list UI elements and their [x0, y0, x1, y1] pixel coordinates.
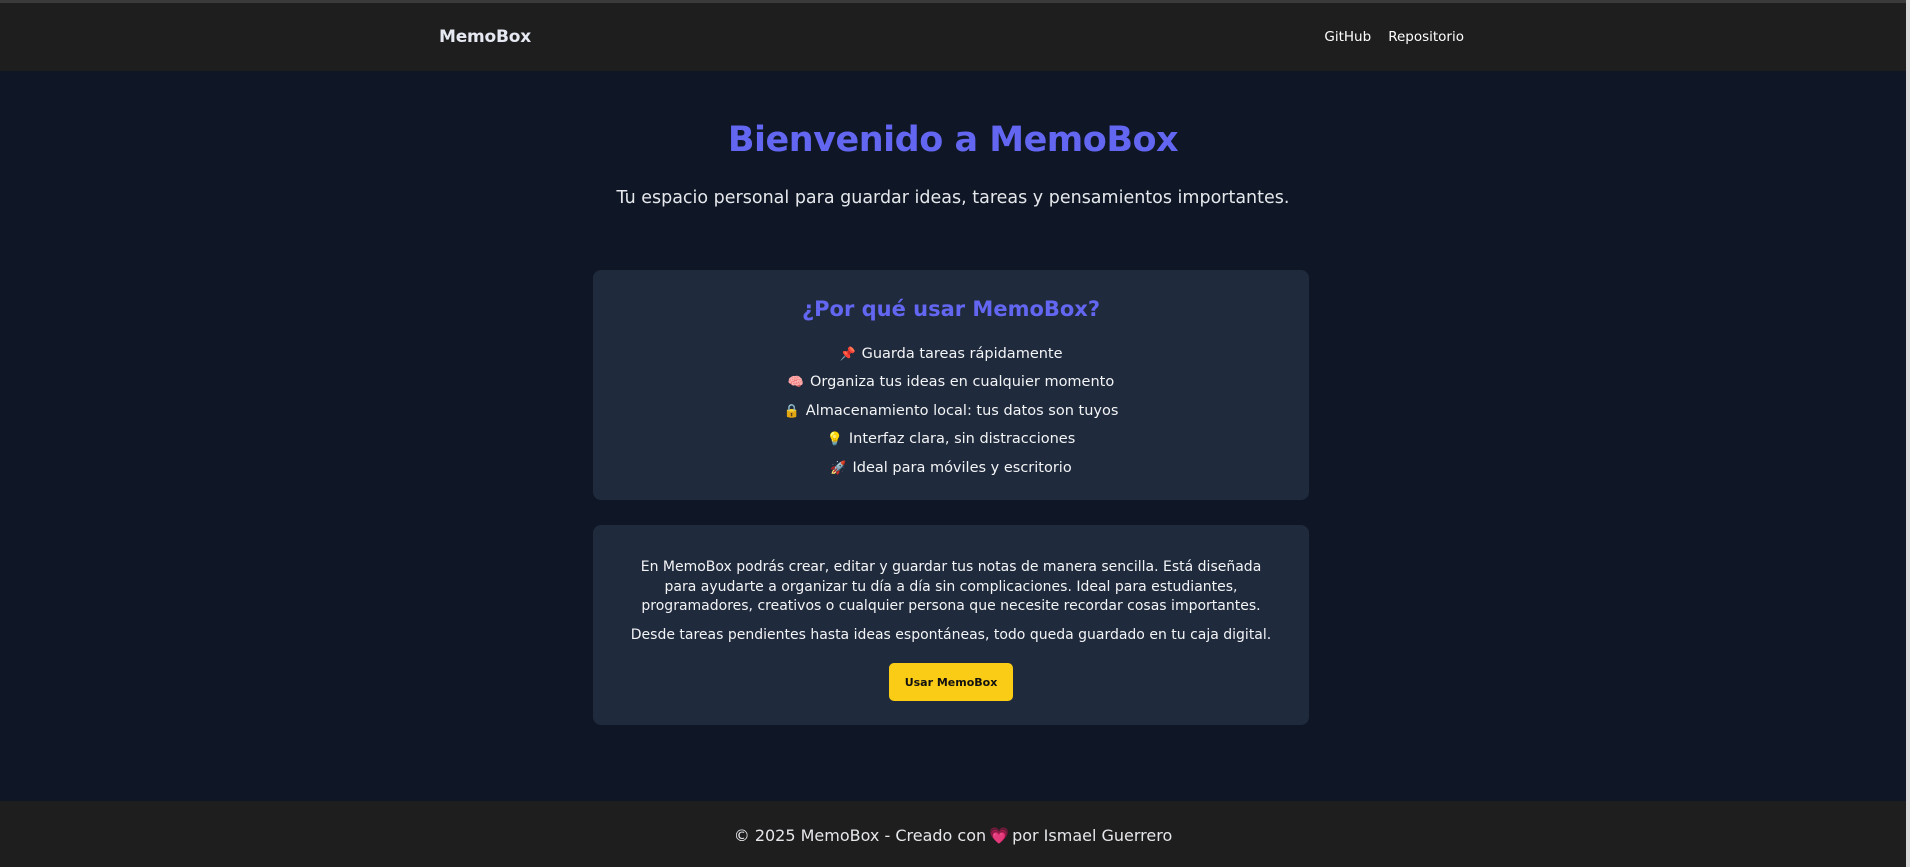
- footer: © 2025 MemoBox - Creado con 💗 por Ismael G…: [0, 801, 1906, 867]
- feature-item: 🚀 Ideal para móviles y escritorio: [593, 454, 1309, 482]
- footer-author: por Ismael Guerrero: [1012, 826, 1173, 845]
- hero-subtitle: Tu espacio personal para guardar ideas, …: [616, 188, 1290, 208]
- hero-title: Bienvenido a MemoBox: [727, 120, 1179, 160]
- brand-logo[interactable]: MemoBox: [439, 27, 531, 47]
- feature-list: 📌 Guarda tareas rápidamente 🧠 Organiza tus…: [593, 340, 1309, 482]
- feature-label: Guarda tareas rápidamente: [861, 346, 1063, 362]
- feature-label: Ideal para móviles y escritorio: [852, 459, 1072, 476]
- feature-label: Almacenamiento local: tus datos son tuyo…: [805, 402, 1119, 419]
- pushpin-icon: 📌: [839, 347, 856, 362]
- about-paragraph: En MemoBox podrás crear, editar y guarda…: [640, 559, 1262, 614]
- feature-item: 📌 Guarda tareas rápidamente: [593, 340, 1309, 368]
- feature-label: Organiza tus ideas en cualquier momento: [809, 374, 1115, 391]
- lightbulb-icon: 💡: [826, 432, 843, 448]
- about-card: En MemoBox podrás crear, editar y guarda…: [593, 525, 1309, 725]
- use-memobox-button[interactable]: Usar MemoBox: [889, 663, 1013, 701]
- nav-links: GitHub Repositorio: [1324, 29, 1464, 45]
- navbar: MemoBox GitHub Repositorio: [0, 3, 1906, 71]
- features-card: ¿Por qué usar MemoBox? 📌 Guarda tareas rá…: [593, 270, 1309, 500]
- lock-icon: 🔒: [783, 403, 800, 419]
- rocket-icon: 🚀: [830, 460, 847, 476]
- scrollbar[interactable]: [1906, 0, 1910, 867]
- heart-icon: 💗: [989, 826, 1010, 845]
- feature-item: 💡 Interfaz clara, sin distracciones: [593, 425, 1309, 453]
- about-paragraph-secondary: Desde tareas pendientes hasta ideas espo…: [630, 627, 1272, 643]
- features-title: ¿Por qué usar MemoBox?: [801, 297, 1101, 321]
- footer-prefix: © 2025 MemoBox - Creado con: [733, 826, 987, 845]
- nav-link-github[interactable]: GitHub: [1324, 29, 1371, 45]
- nav-link-repositorio[interactable]: Repositorio: [1388, 29, 1464, 45]
- feature-label: Interfaz clara, sin distracciones: [848, 431, 1076, 448]
- feature-item: 🧠 Organiza tus ideas en cualquier momento: [593, 368, 1309, 396]
- brain-icon: 🧠: [787, 375, 804, 391]
- feature-item: 🔒 Almacenamiento local: tus datos son tuy…: [593, 397, 1309, 425]
- footer-text: © 2025 MemoBox - Creado con 💗 por Ismael G…: [0, 826, 1906, 845]
